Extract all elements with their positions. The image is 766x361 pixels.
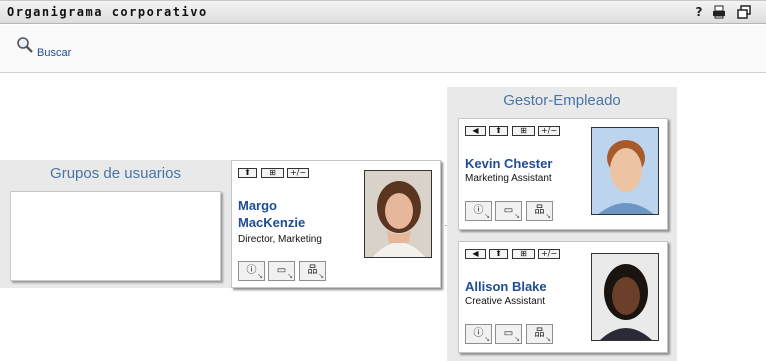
- page-title: Organigrama corporativo: [7, 5, 208, 19]
- info-button[interactable]: ⓘ ↘: [238, 261, 265, 281]
- manager-name-last[interactable]: MacKenzie: [238, 214, 305, 231]
- card-icon: ▭: [503, 328, 514, 339]
- expand-collapse-icon[interactable]: +/−: [538, 126, 560, 136]
- expand-collapse-icon[interactable]: +/−: [538, 249, 560, 259]
- employee-name[interactable]: Kevin Chester: [465, 155, 552, 172]
- org-chart-icon: 品: [307, 265, 318, 276]
- employee-photo: [591, 127, 659, 215]
- magnifier-icon[interactable]: [16, 36, 34, 54]
- employee-card: ◀ ⬆ ⊞ +/− Kevin Chester Marketing Assist…: [458, 118, 668, 230]
- manager-name-first[interactable]: Margo: [238, 197, 277, 214]
- up-arrow-icon[interactable]: ⬆: [489, 249, 508, 259]
- info-icon: ⓘ: [473, 328, 484, 339]
- info-icon: ⓘ: [473, 205, 484, 216]
- org-chart-button[interactable]: 品 ↘: [526, 324, 553, 344]
- employee-photo: [591, 253, 659, 341]
- user-groups-panel: Grupos de usuarios: [0, 160, 231, 288]
- employee-role: Creative Assistant: [465, 296, 546, 307]
- title-bar: Organigrama corporativo ?: [0, 0, 766, 24]
- employee-card: ◀ ⬆ ⊞ +/− Allison Blake Creative Assista…: [458, 241, 668, 353]
- back-to-manager-icon[interactable]: ◀: [465, 249, 486, 259]
- info-icon: ⓘ: [246, 265, 257, 276]
- card-icon: ▭: [503, 205, 514, 216]
- info-button[interactable]: ⓘ ↘: [465, 324, 492, 344]
- user-groups-list: [10, 191, 221, 281]
- up-arrow-icon[interactable]: ⬆: [489, 126, 508, 136]
- expand-reports-icon[interactable]: ⊞: [512, 126, 535, 136]
- info-button[interactable]: ⓘ ↘: [465, 201, 492, 221]
- help-icon[interactable]: ?: [692, 5, 706, 19]
- vcard-button[interactable]: ▭ ↘: [495, 324, 522, 344]
- user-groups-title: Grupos de usuarios: [50, 165, 181, 182]
- manager-employee-title: Gestor-Empleado: [503, 92, 621, 109]
- up-arrow-icon[interactable]: ⬆: [238, 168, 257, 178]
- restore-window-icon[interactable]: [737, 5, 751, 19]
- manager-photo: [364, 170, 432, 258]
- vcard-button[interactable]: ▭ ↘: [495, 201, 522, 221]
- manager-card: ⬆ ⊞ +/− Margo MacKenzie Director, Market…: [231, 160, 441, 288]
- org-chart-icon: 品: [534, 205, 545, 216]
- print-icon[interactable]: [712, 5, 726, 19]
- manager-role: Director, Marketing: [238, 234, 322, 245]
- employee-name[interactable]: Allison Blake: [465, 278, 547, 295]
- card-icon: ▭: [276, 265, 287, 276]
- org-chart-icon: 品: [534, 328, 545, 339]
- employee-role: Marketing Assistant: [465, 173, 552, 184]
- expand-reports-icon[interactable]: ⊞: [261, 168, 284, 178]
- toolbar: Buscar: [0, 25, 766, 73]
- vcard-button[interactable]: ▭ ↘: [268, 261, 295, 281]
- expand-collapse-icon[interactable]: +/−: [287, 168, 309, 178]
- search-link[interactable]: Buscar: [37, 47, 71, 59]
- org-chart-button[interactable]: 品 ↘: [526, 201, 553, 221]
- expand-reports-icon[interactable]: ⊞: [512, 249, 535, 259]
- back-to-manager-icon[interactable]: ◀: [465, 126, 486, 136]
- org-chart-button[interactable]: 品 ↘: [299, 261, 326, 281]
